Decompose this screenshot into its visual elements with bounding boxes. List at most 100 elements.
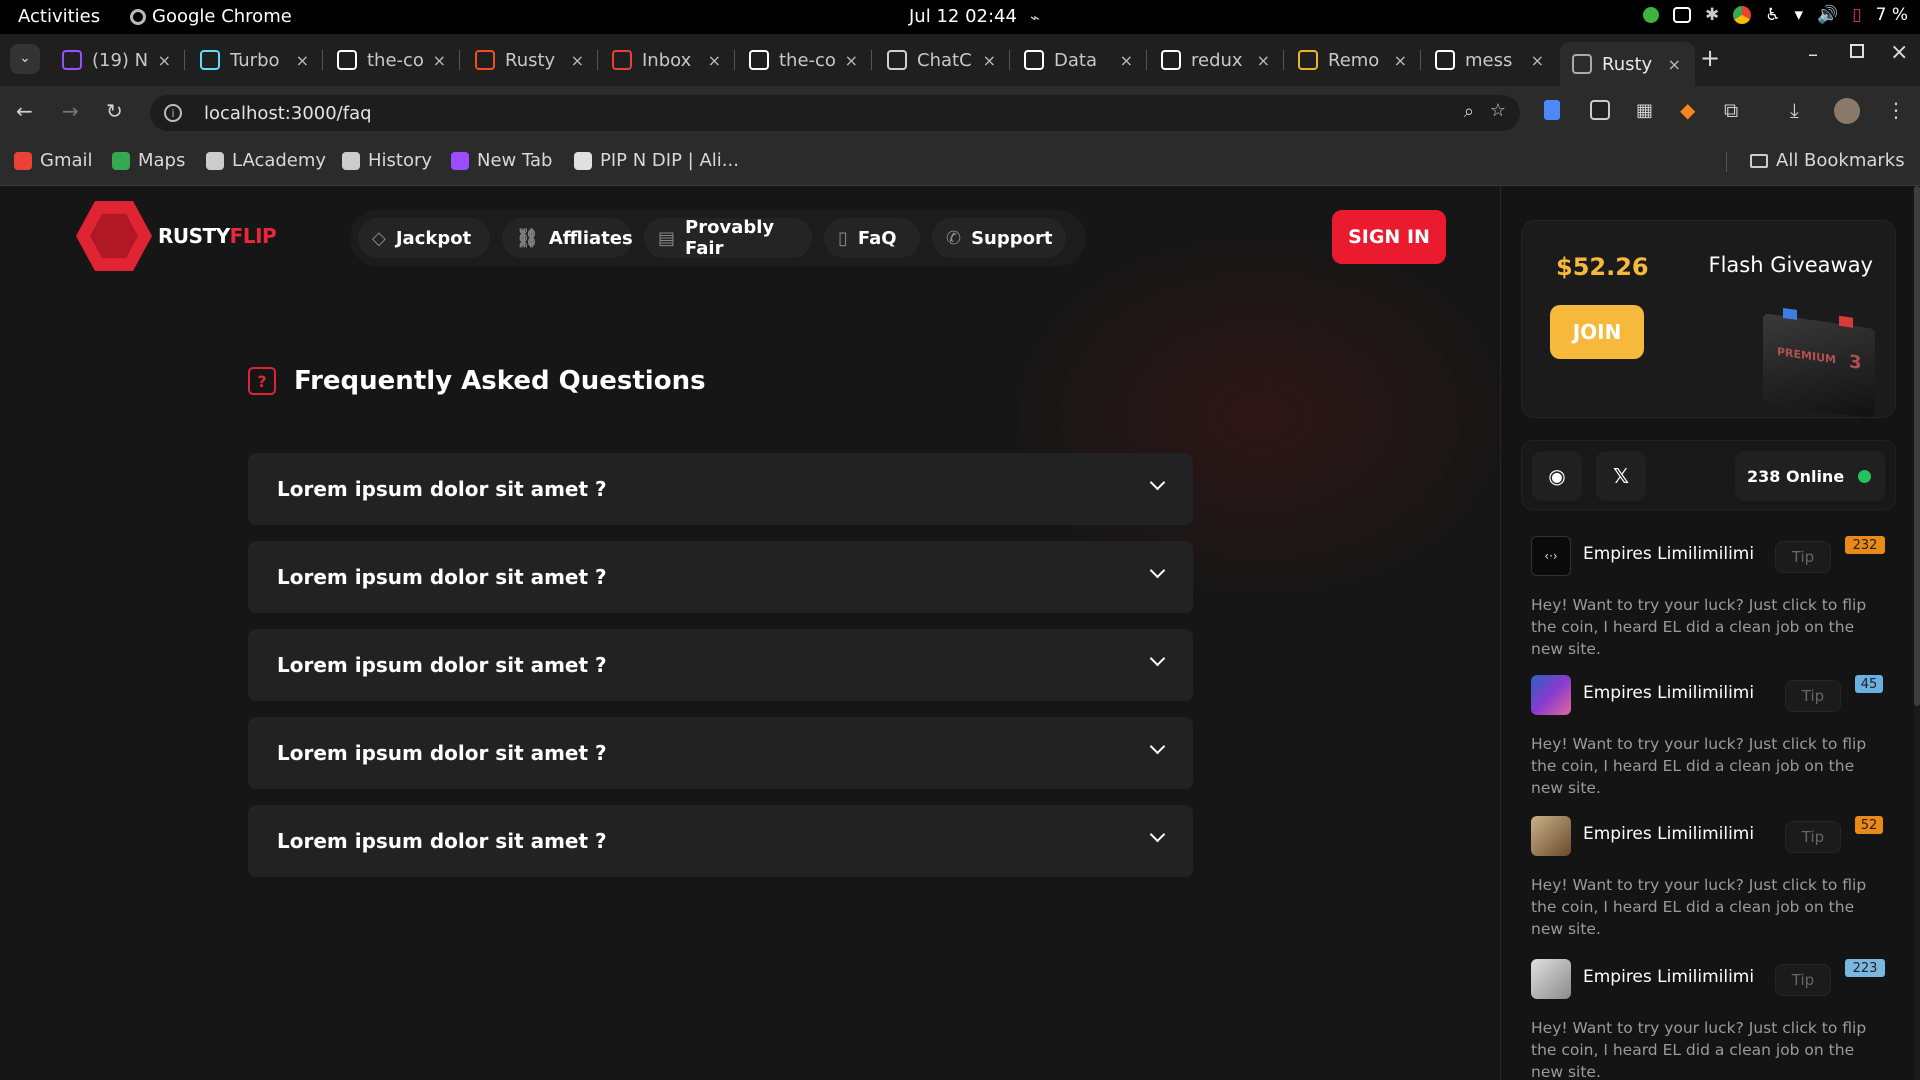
- tab-close-icon[interactable]: ×: [845, 51, 858, 70]
- tab-close-icon[interactable]: ×: [1531, 51, 1544, 70]
- back-icon[interactable]: ←: [16, 99, 33, 123]
- faq-item[interactable]: Lorem ipsum dolor sit amet ?: [248, 541, 1193, 613]
- tab-close-icon[interactable]: ×: [708, 51, 721, 70]
- username[interactable]: Empires Limilimilimi: [1583, 824, 1754, 844]
- chevron-down-icon[interactable]: [1149, 738, 1166, 755]
- faq-item[interactable]: Lorem ipsum dolor sit amet ?: [248, 805, 1193, 877]
- bookmark-item[interactable]: New Tab: [451, 150, 552, 171]
- volume-icon[interactable]: 🔊: [1817, 5, 1838, 25]
- faq-item[interactable]: Lorem ipsum dolor sit amet ?: [248, 453, 1193, 525]
- battery-icon[interactable]: ▯: [1852, 5, 1861, 25]
- url-text[interactable]: localhost:3000/faq: [204, 103, 372, 124]
- metamask-icon[interactable]: ◆: [1680, 98, 1695, 122]
- username[interactable]: Empires Limilimilimi: [1583, 967, 1754, 987]
- avatar[interactable]: [1531, 675, 1571, 715]
- avatar[interactable]: [1531, 959, 1571, 999]
- x-twitter-icon[interactable]: 𝕏: [1596, 451, 1646, 501]
- username[interactable]: Empires Limilimilimi: [1583, 683, 1754, 703]
- bookmarks-divider: [1726, 152, 1727, 172]
- tip-button[interactable]: Tip: [1785, 680, 1841, 712]
- avatar[interactable]: ‹·›: [1531, 536, 1571, 576]
- bookmark-star-icon[interactable]: ☆: [1490, 100, 1506, 121]
- activities-button[interactable]: Activities: [18, 6, 100, 27]
- bookmark-item[interactable]: LAcademy: [206, 150, 326, 171]
- tab-close-icon[interactable]: ×: [1257, 51, 1270, 70]
- tip-button[interactable]: Tip: [1775, 541, 1831, 573]
- browser-tab[interactable]: Rusty ×: [463, 42, 598, 78]
- nav-faq[interactable]: ▯ FaQ: [824, 218, 920, 258]
- bookmark-item[interactable]: Gmail: [14, 150, 93, 171]
- tab-title: Rusty: [1602, 53, 1653, 75]
- browser-tab[interactable]: Data ×: [1012, 42, 1147, 78]
- discord-icon[interactable]: ◉: [1532, 451, 1582, 501]
- browser-tab[interactable]: (19) N ×: [50, 42, 185, 78]
- browser-tab[interactable]: redux ×: [1149, 42, 1284, 78]
- new-tab-button[interactable]: +: [1700, 44, 1720, 72]
- download-icon[interactable]: ⤓: [1790, 98, 1799, 122]
- chevron-down-icon[interactable]: [1149, 562, 1166, 579]
- clock[interactable]: Jul 12 02:44: [909, 6, 1017, 27]
- chevron-down-icon[interactable]: [1149, 826, 1166, 843]
- username[interactable]: Empires Limilimilimi: [1583, 544, 1754, 564]
- browser-tab[interactable]: Turbo ×: [188, 42, 323, 78]
- minimize-button[interactable]: –: [1808, 42, 1818, 66]
- browser-tab[interactable]: Remo ×: [1286, 42, 1421, 78]
- tab-title: redux: [1191, 49, 1243, 71]
- window-tray-icon[interactable]: [1673, 7, 1692, 23]
- tab-close-icon[interactable]: ×: [1120, 51, 1133, 70]
- browser-tab[interactable]: Rusty ×: [1560, 42, 1695, 86]
- nav-provably-fair[interactable]: ▤ Provably Fair: [644, 217, 812, 259]
- faq-item[interactable]: Lorem ipsum dolor sit amet ?: [248, 717, 1193, 789]
- accessibility-icon[interactable]: ♿: [1765, 5, 1780, 25]
- system-tray[interactable]: ✱ ♿ ▾ 🔊 ▯ 7 %: [1643, 5, 1908, 25]
- tip-button[interactable]: Tip: [1775, 964, 1831, 996]
- qr-code-icon[interactable]: ▦: [1636, 100, 1653, 121]
- tab-close-icon[interactable]: ×: [571, 51, 584, 70]
- slack-tray-icon[interactable]: ✱: [1705, 5, 1719, 25]
- avatar[interactable]: [1531, 816, 1571, 856]
- tip-button[interactable]: Tip: [1785, 821, 1841, 853]
- faq-item[interactable]: Lorem ipsum dolor sit amet ?: [248, 629, 1193, 701]
- bookmark-item[interactable]: Maps: [112, 150, 185, 171]
- tab-close-icon[interactable]: ×: [1668, 55, 1681, 74]
- browser-tab[interactable]: the-co ×: [325, 42, 460, 78]
- wifi-icon[interactable]: ▾: [1795, 5, 1804, 25]
- bookmark-item[interactable]: PIP N DIP | Ali...: [574, 150, 739, 171]
- extension-docs-icon[interactable]: [1544, 100, 1560, 120]
- browser-tab[interactable]: ChatC ×: [875, 42, 1010, 78]
- chrome-tray-icon[interactable]: [1733, 6, 1752, 24]
- join-button[interactable]: JOIN: [1550, 305, 1644, 359]
- forward-icon[interactable]: →: [62, 99, 79, 123]
- tab-search-button[interactable]: ⌄: [10, 44, 40, 74]
- maximize-button[interactable]: [1850, 44, 1864, 58]
- all-bookmarks-button[interactable]: All Bookmarks: [1750, 150, 1905, 171]
- tab-close-icon[interactable]: ×: [158, 51, 171, 70]
- reload-icon[interactable]: ↻: [106, 99, 123, 123]
- close-window-button[interactable]: ×: [1890, 40, 1908, 65]
- chevron-down-icon[interactable]: [1149, 474, 1166, 491]
- browser-tab[interactable]: the-co ×: [737, 42, 872, 78]
- shield-tray-icon[interactable]: [1643, 7, 1660, 23]
- browser-tab[interactable]: Inbox ×: [600, 42, 735, 78]
- extension-switch-icon[interactable]: [1590, 100, 1610, 120]
- nav-jackpot[interactable]: ◇ Jackpot: [358, 218, 490, 258]
- site-info-icon[interactable]: i: [164, 104, 182, 122]
- rustyflip-logo[interactable]: RUSTYFLIP: [76, 198, 277, 274]
- nav-affiliates[interactable]: ⛓ Affliates: [502, 218, 633, 258]
- chrome-menu-icon[interactable]: ⋮: [1886, 98, 1906, 122]
- sidebar-scrollbar[interactable]: [1914, 186, 1920, 1080]
- tab-close-icon[interactable]: ×: [296, 51, 309, 70]
- tab-close-icon[interactable]: ×: [433, 51, 446, 70]
- chevron-down-icon[interactable]: [1149, 650, 1166, 667]
- profile-avatar[interactable]: [1834, 98, 1860, 124]
- extensions-puzzle-icon[interactable]: ⧉: [1724, 98, 1738, 122]
- nav-support[interactable]: ✆ Support: [932, 218, 1066, 258]
- browser-tab[interactable]: mess ×: [1423, 42, 1558, 78]
- app-menu[interactable]: Google Chrome: [130, 6, 292, 27]
- zoom-icon[interactable]: ⌕: [1464, 101, 1474, 122]
- bookmark-item[interactable]: History: [342, 150, 432, 171]
- sign-in-button[interactable]: SIGN IN: [1332, 210, 1446, 264]
- tab-close-icon[interactable]: ×: [983, 51, 996, 70]
- address-bar[interactable]: i localhost:3000/faq ⌕ ☆: [150, 95, 1520, 131]
- tab-close-icon[interactable]: ×: [1394, 51, 1407, 70]
